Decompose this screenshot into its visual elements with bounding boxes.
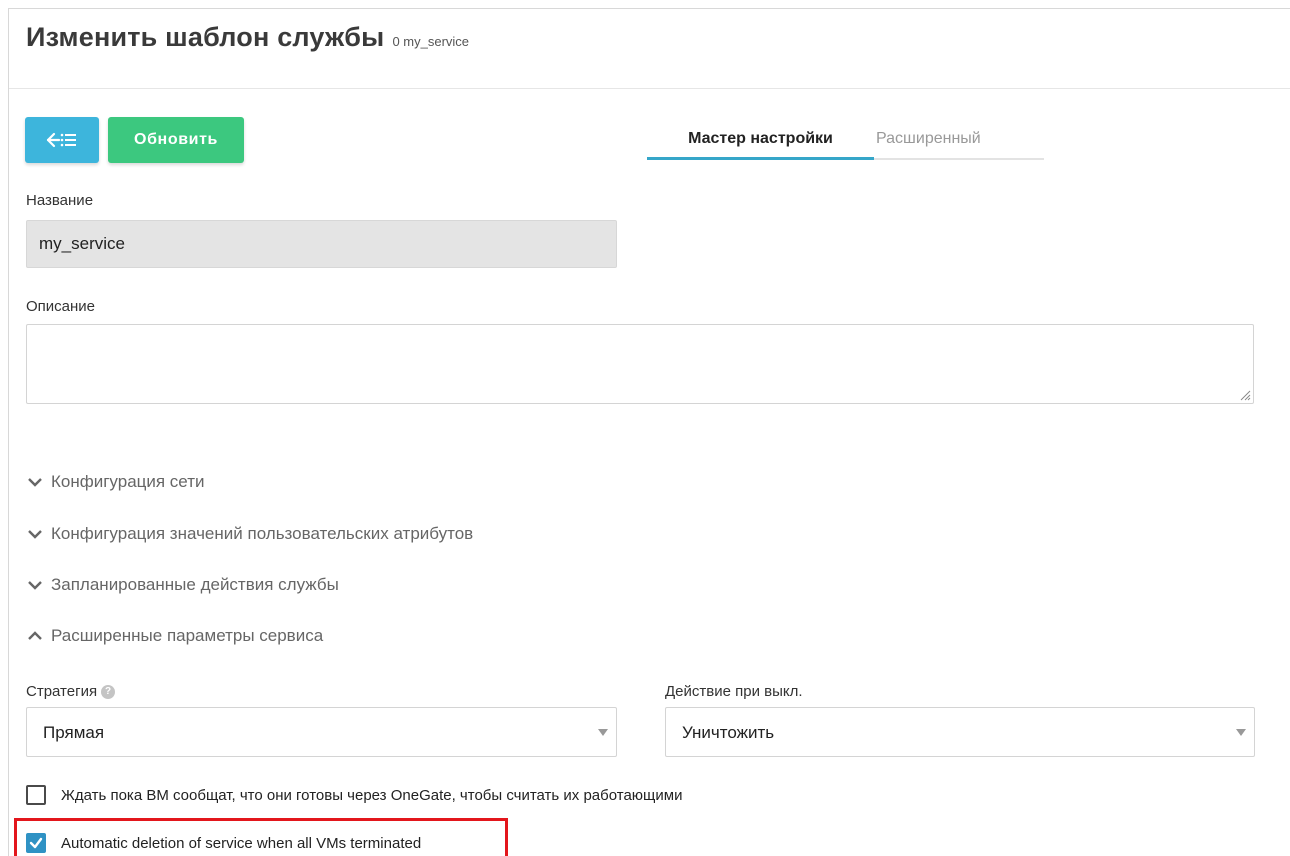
strategy-select[interactable]: Прямая — [26, 707, 617, 757]
section-label: Запланированные действия службы — [51, 575, 339, 594]
section-user-inputs[interactable]: Конфигурация значений пользовательских а… — [27, 524, 473, 544]
form-mode-tabs: Мастер настройки Расширенный — [647, 122, 1044, 160]
section-network-config[interactable]: Конфигурация сети — [27, 472, 204, 492]
section-label: Конфигурация значений пользовательских а… — [51, 524, 474, 543]
shutdown-action-select[interactable]: Уничтожить — [665, 707, 1255, 757]
page-header: Изменить шаблон службы 0 my_service — [26, 22, 469, 72]
description-label: Описание — [26, 298, 96, 315]
header-divider — [9, 88, 1290, 89]
wait-ready-row: Ждать пока ВМ сообщат, что они готовы че… — [26, 785, 682, 805]
dropdown-caret-icon — [1236, 729, 1246, 736]
back-to-list-button[interactable] — [25, 117, 99, 163]
auto-delete-checkbox[interactable] — [26, 833, 46, 853]
chevron-down-icon — [28, 530, 42, 539]
wait-ready-label: Ждать пока ВМ сообщат, что они готовы че… — [61, 786, 683, 804]
description-textarea[interactable] — [26, 324, 1254, 404]
section-advanced-params[interactable]: Расширенные параметры сервиса — [27, 626, 323, 646]
section-scheduled-actions[interactable]: Запланированные действия службы — [27, 575, 339, 595]
tab-wizard[interactable]: Мастер настройки — [647, 122, 874, 160]
chevron-down-icon — [28, 478, 42, 487]
shutdown-action-label: Действие при выкл. — [665, 683, 803, 700]
resize-grip-icon[interactable] — [1239, 389, 1251, 401]
wait-ready-checkbox[interactable] — [26, 785, 46, 805]
section-label: Конфигурация сети — [51, 472, 205, 491]
back-to-list-icon — [46, 132, 76, 148]
strategy-select-value: Прямая — [43, 723, 105, 742]
chevron-up-icon — [28, 631, 42, 640]
section-label: Расширенные параметры сервиса — [51, 626, 324, 645]
tab-advanced[interactable]: Расширенный — [874, 122, 981, 160]
update-button[interactable]: Обновить — [108, 117, 244, 163]
chevron-down-icon — [28, 581, 42, 590]
shutdown-select-value: Уничтожить — [682, 723, 775, 742]
auto-delete-row: Automatic deletion of service when all V… — [26, 833, 421, 853]
auto-delete-label: Automatic deletion of service when all V… — [61, 834, 422, 852]
help-icon[interactable]: ? — [101, 684, 116, 699]
strategy-label-row: Стратегия ? — [26, 683, 116, 700]
checkmark-icon — [29, 837, 43, 849]
strategy-label: Стратегия — [26, 683, 98, 700]
page-subtitle: 0 my_service — [392, 34, 470, 49]
name-input[interactable]: my_service — [26, 220, 617, 268]
page-title: Изменить шаблон службы — [26, 22, 385, 52]
name-label: Название — [26, 192, 94, 209]
dropdown-caret-icon — [598, 729, 608, 736]
